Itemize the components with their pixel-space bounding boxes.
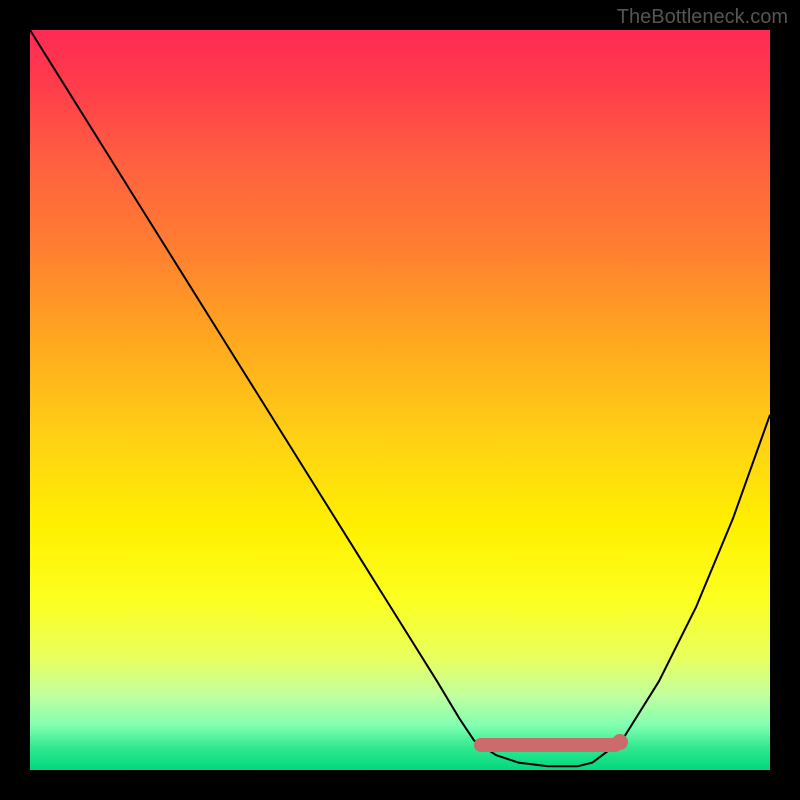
curve-svg (30, 30, 770, 770)
bottleneck-curve-path (30, 30, 770, 766)
chart-container: TheBottleneck.com (0, 0, 800, 800)
optimal-zone-marker (474, 738, 622, 752)
plot-area (30, 30, 770, 770)
watermark-text: TheBottleneck.com (617, 6, 788, 29)
